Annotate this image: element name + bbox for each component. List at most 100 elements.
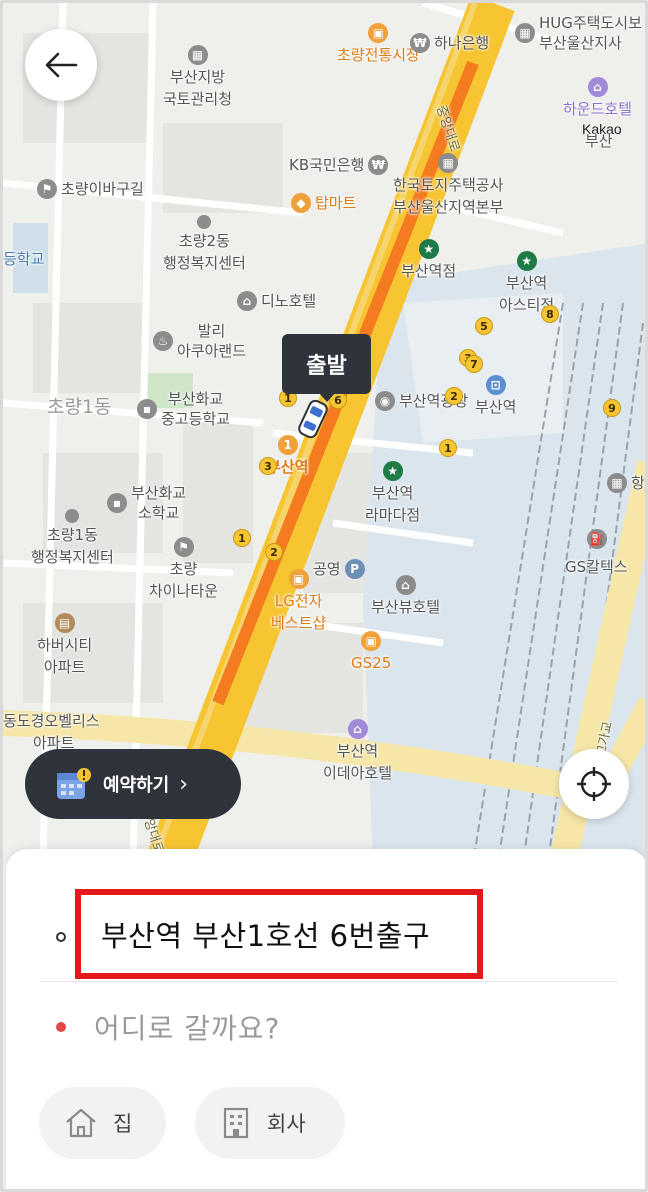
poi-label: 행정복지센터 bbox=[31, 548, 114, 566]
poi-starbucks-busan-station[interactable]: ★ 부산역점 bbox=[401, 239, 456, 281]
poi-label: 부산뷰호텔 bbox=[371, 598, 441, 616]
subway-exit-marker[interactable]: 8 bbox=[541, 305, 559, 323]
subway-exit-marker[interactable]: 2 bbox=[445, 387, 463, 405]
subway-exit-marker[interactable]: 1 bbox=[233, 529, 251, 547]
subway-exit-marker[interactable]: 2 bbox=[265, 543, 283, 561]
origin-row[interactable]: 부산역 부산1호선 6번출구 bbox=[6, 889, 645, 979]
poi-bali-aqualand[interactable]: ♨ 발리 아쿠아랜드 bbox=[153, 321, 246, 361]
market-icon: ▣ bbox=[368, 23, 389, 43]
arrow-left-icon bbox=[45, 52, 78, 78]
poi-gs-caltex[interactable]: ⛽ bbox=[587, 529, 607, 549]
poi-choryang2-office[interactable]: 초량2동 행정복지센터 bbox=[163, 215, 246, 273]
poi-label: 부산울산지사 bbox=[539, 34, 622, 52]
poi-label: 하나은행 bbox=[434, 34, 490, 52]
home-icon bbox=[66, 1108, 96, 1138]
poi-busan-station-metro[interactable]: ⊡ 부산역 bbox=[475, 375, 516, 417]
apartment-icon: ▤ bbox=[54, 613, 75, 633]
poi-label: 부산역점 bbox=[401, 262, 457, 280]
poi-lg-bestshop[interactable]: ▣ LG전자 베스트샵 bbox=[271, 569, 326, 633]
building-icon: ▦ bbox=[187, 45, 208, 65]
poi-haeundae-hotel[interactable]: ⌂ 하운드호텔 bbox=[563, 77, 632, 119]
destination-input[interactable]: 어디로 갈까요? bbox=[94, 999, 594, 1055]
spa-icon: ♨ bbox=[153, 331, 173, 351]
poi-choryang-market[interactable]: ▣ 초량전통시장 bbox=[337, 23, 420, 65]
poi-label: 동도경오벨리스 bbox=[3, 712, 100, 730]
poi-label: 아쿠아랜드 bbox=[177, 342, 247, 360]
poi-harbor-city[interactable]: ▤ 하버시티 아파트 bbox=[37, 613, 92, 677]
poi-choryang1-office[interactable]: 초량1동 행정복지센터 bbox=[31, 509, 114, 567]
poi-busan-view-hotel[interactable]: ⌂ 부산뷰호텔 bbox=[371, 575, 440, 617]
poi-gs25[interactable]: ▣ GS25 bbox=[351, 631, 391, 673]
camera-icon: ◉ bbox=[375, 391, 395, 411]
poi-label: 부산지방 bbox=[169, 68, 226, 86]
locate-me-button[interactable] bbox=[559, 749, 629, 819]
subway-exit-marker[interactable]: 3 bbox=[259, 457, 277, 475]
poi-label: 초량2동 bbox=[178, 232, 230, 250]
poi-chinatown[interactable]: ⚑ 초량 차이나타운 bbox=[149, 537, 218, 601]
bank-icon: ₩ bbox=[410, 33, 430, 53]
poi-hwagyo-elem[interactable]: ▪ 부산화교 소학교 bbox=[107, 483, 186, 523]
destination-row[interactable]: 어디로 갈까요? bbox=[6, 999, 645, 1055]
origin-dot-icon bbox=[56, 932, 66, 942]
origin-highlight-box: 부산역 부산1호선 6번출구 bbox=[75, 889, 483, 979]
reserve-button[interactable]: 예약하기 › bbox=[25, 749, 241, 819]
cart-icon: ◆ bbox=[291, 193, 311, 213]
shortcut-work-button[interactable]: 회사 bbox=[195, 1087, 345, 1159]
hotel-icon: ⌂ bbox=[237, 291, 257, 311]
poi-label: 중고등학교 bbox=[161, 410, 231, 428]
poi-lh[interactable]: ▦ 한국토지주택공사 부산울산지역본부 bbox=[393, 153, 503, 217]
poi-label: 초량1동 bbox=[46, 526, 98, 544]
poi-label: 디노호텔 bbox=[261, 292, 317, 310]
calendar-icon bbox=[57, 768, 91, 799]
poi-label: 부산울산지역본부 bbox=[393, 198, 504, 216]
poi-label: 등학교 bbox=[3, 250, 45, 268]
poi-choryang-street[interactable]: ⚑ 초량이바구길 bbox=[37, 179, 144, 199]
poi-label: 행정복지센터 bbox=[163, 254, 246, 272]
subway-exit-marker[interactable]: 7 bbox=[465, 355, 483, 373]
district-label: 초량1동 bbox=[47, 396, 112, 418]
poi-idea-hotel[interactable]: ⌂ 부산역 이데아호텔 bbox=[323, 719, 392, 783]
hotel-icon: ⌂ bbox=[395, 575, 416, 595]
hotel-icon: ⌂ bbox=[587, 77, 608, 97]
back-button[interactable] bbox=[25, 29, 97, 101]
poi-busan-land-office[interactable]: ▦ 부산지방 국토관리청 bbox=[163, 45, 232, 109]
poi-starbucks-ramada[interactable]: ★ 부산역 라마다점 bbox=[365, 461, 420, 525]
poi-hana-bank[interactable]: ₩ 하나은행 bbox=[410, 33, 489, 53]
school-icon: ▪ bbox=[137, 399, 157, 419]
subway-exit-marker[interactable]: 5 bbox=[475, 317, 493, 335]
subway-exit-marker[interactable]: 1 bbox=[439, 439, 457, 457]
poi-dino-hotel[interactable]: ⌂ 디노호텔 bbox=[237, 291, 316, 311]
building-icon: ▦ bbox=[438, 153, 459, 173]
map-view[interactable]: Kakao ▣ 초량전통시장 ₩ 하나은행 ▦ HUG주택도시보 부산울산지사 … bbox=[3, 3, 645, 863]
starbucks-icon: ★ bbox=[418, 239, 439, 259]
poi-label: 부산역 bbox=[371, 484, 414, 502]
taxi-car-icon bbox=[298, 399, 328, 439]
poi-label: 이데아호텔 bbox=[323, 764, 393, 782]
poi-label: 초량이바구길 bbox=[61, 180, 144, 198]
poi-label: 하운드호텔 bbox=[563, 100, 633, 118]
poi-hanbit[interactable]: ▦ 항 bbox=[607, 473, 645, 493]
poi-label: 부산 bbox=[585, 132, 613, 150]
poi-label: 초량 bbox=[169, 560, 198, 578]
poi-label: GS25 bbox=[351, 654, 392, 672]
building-icon: ▦ bbox=[607, 473, 627, 493]
shop-icon: ▣ bbox=[288, 569, 309, 589]
building-icon: ▦ bbox=[515, 23, 535, 43]
poi-label: 항 bbox=[631, 474, 645, 492]
departure-tag[interactable]: 출발 bbox=[282, 334, 371, 394]
train-icon: ⊡ bbox=[485, 375, 506, 395]
poi-label: 부산역 bbox=[475, 398, 517, 416]
poi-label: 차이나타운 bbox=[149, 582, 219, 600]
poi-label: HUG주택도시보 bbox=[539, 14, 642, 32]
origin-field[interactable]: 부산역 부산1호선 6번출구 bbox=[101, 913, 430, 955]
poi-hug[interactable]: ▦ HUG주택도시보 부산울산지사 bbox=[515, 13, 642, 53]
shortcut-home-button[interactable]: 집 bbox=[39, 1087, 166, 1159]
poi-topmart[interactable]: ◆ 탑마트 bbox=[291, 193, 356, 213]
poi-hwagyo-high[interactable]: ▪ 부산화교 중고등학교 bbox=[137, 389, 230, 429]
subway-exit-marker[interactable]: 9 bbox=[603, 399, 621, 417]
poi-kb-bank[interactable]: KB국민은행 ₩ bbox=[289, 155, 389, 175]
app-frame: Kakao ▣ 초량전통시장 ₩ 하나은행 ▦ HUG주택도시보 부산울산지사 … bbox=[0, 0, 648, 1192]
bank-icon: ₩ bbox=[368, 155, 389, 175]
flag-icon: ⚑ bbox=[37, 179, 57, 199]
parking-icon: P bbox=[344, 559, 365, 579]
